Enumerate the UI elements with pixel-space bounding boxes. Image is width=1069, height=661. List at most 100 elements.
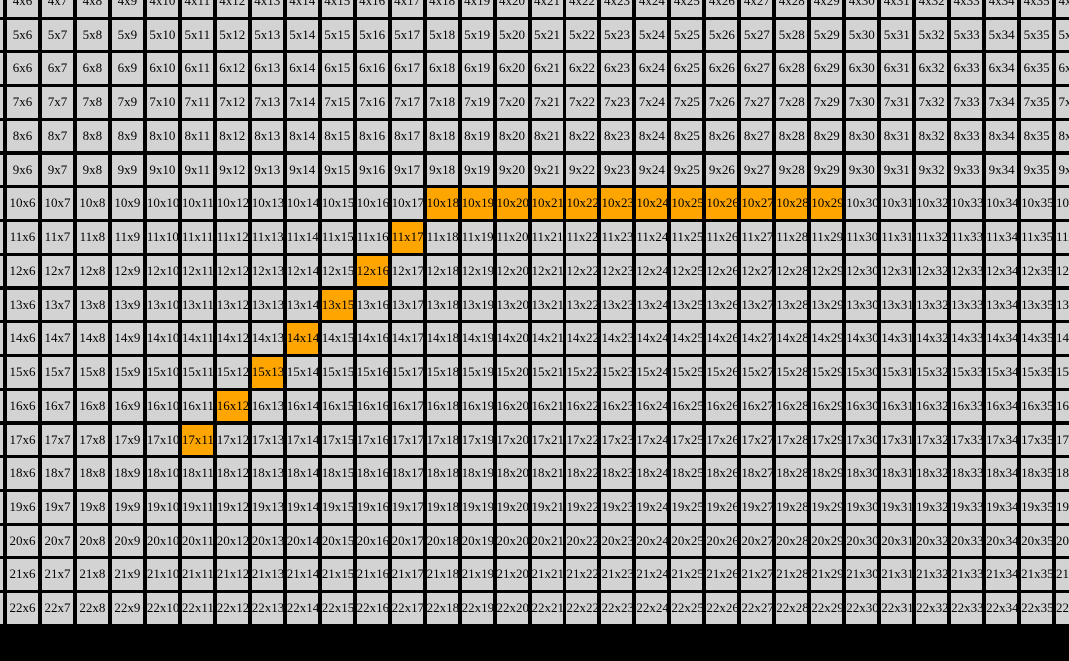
grid-cell-11x18[interactable]: 11x18 — [426, 222, 458, 253]
grid-cell-4x18[interactable]: 4x18 — [426, 0, 458, 17]
grid-cell-8x23[interactable]: 8x23 — [601, 120, 633, 152]
grid-cell-4x25[interactable]: 4x25 — [671, 0, 703, 17]
grid-cell-9x12[interactable]: 9x12 — [216, 154, 248, 186]
grid-cell-19x7[interactable]: 19x7 — [41, 492, 73, 523]
grid-cell-12x11[interactable]: 12x11 — [181, 255, 213, 287]
grid-cell-15x35[interactable]: 15x35 — [1021, 357, 1053, 388]
grid-cell-7x24[interactable]: 7x24 — [636, 87, 668, 118]
grid-cell-19x8[interactable]: 19x8 — [76, 492, 108, 523]
grid-cell-4x23[interactable]: 4x23 — [601, 0, 633, 17]
grid-cell-16x29[interactable]: 16x29 — [811, 390, 843, 422]
grid-cell-6x7[interactable]: 6x7 — [41, 53, 73, 85]
grid-cell-11x20[interactable]: 11x20 — [496, 222, 528, 253]
grid-cell-10x5[interactable]: 10x5 — [0, 188, 3, 219]
grid-cell-19x32[interactable]: 19x32 — [916, 492, 948, 523]
grid-cell-19x27[interactable]: 19x27 — [741, 492, 773, 523]
grid-cell-6x34[interactable]: 6x34 — [986, 53, 1018, 85]
grid-cell-16x25[interactable]: 16x25 — [671, 390, 703, 422]
grid-cell-17x18[interactable]: 17x18 — [426, 424, 458, 456]
grid-cell-20x5[interactable]: 20x5 — [0, 525, 3, 557]
grid-cell-19x10[interactable]: 19x10 — [146, 492, 178, 523]
grid-cell-10x6[interactable]: 10x6 — [6, 188, 38, 219]
grid-cell-5x36[interactable]: 5x36 — [1056, 19, 1069, 51]
grid-cell-12x34[interactable]: 12x34 — [986, 255, 1018, 287]
grid-cell-21x8[interactable]: 21x8 — [76, 559, 108, 591]
grid-cell-20x13[interactable]: 20x13 — [251, 525, 283, 557]
grid-cell-15x21[interactable]: 15x21 — [531, 357, 563, 388]
grid-cell-8x7[interactable]: 8x7 — [41, 120, 73, 152]
grid-cell-13x21[interactable]: 13x21 — [531, 289, 563, 321]
grid-cell-10x16[interactable]: 10x16 — [356, 188, 388, 219]
grid-cell-7x8[interactable]: 7x8 — [76, 87, 108, 118]
grid-cell-9x36[interactable]: 9x36 — [1056, 154, 1069, 186]
grid-cell-4x21[interactable]: 4x21 — [531, 0, 563, 17]
grid-cell-4x17[interactable]: 4x17 — [391, 0, 423, 17]
grid-cell-4x28[interactable]: 4x28 — [776, 0, 808, 17]
grid-cell-14x27[interactable]: 14x27 — [741, 323, 773, 354]
grid-cell-15x27[interactable]: 15x27 — [741, 357, 773, 388]
grid-cell-22x36[interactable]: 22x36 — [1056, 593, 1069, 624]
grid-cell-21x24[interactable]: 21x24 — [636, 559, 668, 591]
grid-cell-10x25[interactable]: 10x25 — [671, 188, 703, 219]
grid-cell-12x15[interactable]: 12x15 — [321, 255, 353, 287]
grid-cell-6x24[interactable]: 6x24 — [636, 53, 668, 85]
grid-cell-9x27[interactable]: 9x27 — [741, 154, 773, 186]
grid-cell-6x11[interactable]: 6x11 — [181, 53, 213, 85]
grid-cell-4x27[interactable]: 4x27 — [741, 0, 773, 17]
grid-cell-21x5[interactable]: 21x5 — [0, 559, 3, 591]
grid-cell-8x21[interactable]: 8x21 — [531, 120, 563, 152]
grid-cell-10x17[interactable]: 10x17 — [391, 188, 423, 219]
grid-cell-16x9[interactable]: 16x9 — [111, 390, 143, 422]
grid-cell-21x14[interactable]: 21x14 — [286, 559, 318, 591]
grid-cell-17x10[interactable]: 17x10 — [146, 424, 178, 456]
grid-cell-11x6[interactable]: 11x6 — [6, 222, 38, 253]
grid-cell-8x35[interactable]: 8x35 — [1021, 120, 1053, 152]
grid-cell-10x30[interactable]: 10x30 — [846, 188, 878, 219]
grid-cell-14x29[interactable]: 14x29 — [811, 323, 843, 354]
grid-cell-20x32[interactable]: 20x32 — [916, 525, 948, 557]
grid-cell-14x33[interactable]: 14x33 — [951, 323, 983, 354]
grid-cell-15x14[interactable]: 15x14 — [286, 357, 318, 388]
grid-cell-8x16[interactable]: 8x16 — [356, 120, 388, 152]
grid-cell-9x7[interactable]: 9x7 — [41, 154, 73, 186]
grid-cell-15x30[interactable]: 15x30 — [846, 357, 878, 388]
grid-cell-20x28[interactable]: 20x28 — [776, 525, 808, 557]
grid-cell-9x18[interactable]: 9x18 — [426, 154, 458, 186]
grid-cell-13x6[interactable]: 13x6 — [6, 289, 38, 321]
grid-cell-17x36[interactable]: 17x36 — [1056, 424, 1069, 456]
grid-cell-21x27[interactable]: 21x27 — [741, 559, 773, 591]
grid-cell-8x22[interactable]: 8x22 — [566, 120, 598, 152]
grid-cell-11x15[interactable]: 11x15 — [321, 222, 353, 253]
grid-cell-19x16[interactable]: 19x16 — [356, 492, 388, 523]
grid-cell-18x17[interactable]: 18x17 — [391, 458, 423, 489]
grid-cell-4x6[interactable]: 4x6 — [6, 0, 38, 17]
grid-cell-13x8[interactable]: 13x8 — [76, 289, 108, 321]
grid-cell-11x7[interactable]: 11x7 — [41, 222, 73, 253]
grid-cell-21x7[interactable]: 21x7 — [41, 559, 73, 591]
grid-cell-19x31[interactable]: 19x31 — [881, 492, 913, 523]
grid-cell-22x22[interactable]: 22x22 — [566, 593, 598, 624]
grid-cell-22x21[interactable]: 22x21 — [531, 593, 563, 624]
grid-cell-6x20[interactable]: 6x20 — [496, 53, 528, 85]
grid-cell-8x33[interactable]: 8x33 — [951, 120, 983, 152]
grid-cell-7x18[interactable]: 7x18 — [426, 87, 458, 118]
grid-cell-15x31[interactable]: 15x31 — [881, 357, 913, 388]
grid-cell-5x18[interactable]: 5x18 — [426, 19, 458, 51]
grid-cell-17x6[interactable]: 17x6 — [6, 424, 38, 456]
grid-cell-15x6[interactable]: 15x6 — [6, 357, 38, 388]
grid-cell-4x24[interactable]: 4x24 — [636, 0, 668, 17]
grid-cell-14x13[interactable]: 14x13 — [251, 323, 283, 354]
grid-cell-22x9[interactable]: 22x9 — [111, 593, 143, 624]
grid-cell-12x24[interactable]: 12x24 — [636, 255, 668, 287]
grid-cell-20x27[interactable]: 20x27 — [741, 525, 773, 557]
grid-cell-13x5[interactable]: 13x5 — [0, 289, 3, 321]
grid-cell-7x35[interactable]: 7x35 — [1021, 87, 1053, 118]
grid-cell-16x14[interactable]: 16x14 — [286, 390, 318, 422]
grid-cell-11x36[interactable]: 11x36 — [1056, 222, 1069, 253]
grid-cell-12x22[interactable]: 12x22 — [566, 255, 598, 287]
grid-cell-18x29[interactable]: 18x29 — [811, 458, 843, 489]
grid-cell-16x18[interactable]: 16x18 — [426, 390, 458, 422]
grid-cell-15x8[interactable]: 15x8 — [76, 357, 108, 388]
grid-cell-18x22[interactable]: 18x22 — [566, 458, 598, 489]
grid-cell-18x18[interactable]: 18x18 — [426, 458, 458, 489]
